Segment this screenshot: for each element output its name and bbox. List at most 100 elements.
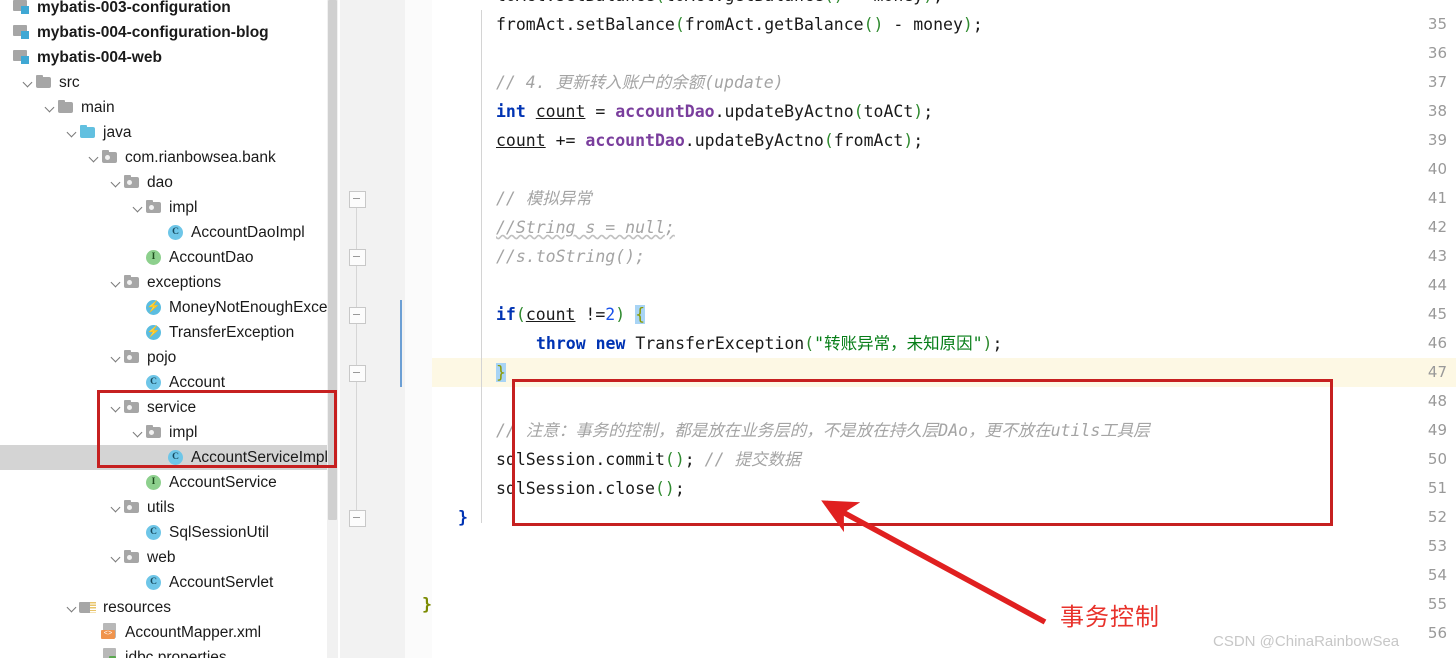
tree-item-src[interactable]: src bbox=[0, 70, 330, 95]
line-number: 46 bbox=[1427, 334, 1447, 352]
tree-item-jdbc-properties[interactable]: jdbc.properties bbox=[0, 645, 330, 658]
tree-item-mybatis-004-web[interactable]: mybatis-004-web bbox=[0, 45, 330, 70]
tree-item-label: AccountDao bbox=[169, 249, 254, 266]
tree-item-label: main bbox=[81, 99, 115, 116]
tree-item-impl[interactable]: impl bbox=[0, 195, 330, 220]
code-line-45: if(count !=2) { bbox=[496, 300, 646, 329]
code-line-51: sqlSession.close(); bbox=[496, 474, 685, 503]
chevron-down-icon[interactable] bbox=[132, 420, 145, 445]
tree-item-main[interactable]: main bbox=[0, 95, 330, 120]
code-token: () bbox=[863, 15, 884, 34]
tree-item-moneynotenoughexcepti[interactable]: MoneyNotEnoughExcepti bbox=[0, 295, 330, 320]
tree-no-arrow bbox=[0, 0, 13, 20]
chevron-down-icon[interactable] bbox=[66, 595, 79, 620]
tree-scrollbar-thumb[interactable] bbox=[328, 0, 337, 520]
class-icon: C bbox=[145, 520, 164, 545]
code-token: ( bbox=[853, 102, 864, 121]
chevron-down-icon[interactable] bbox=[110, 495, 123, 520]
chevron-down-icon[interactable] bbox=[110, 345, 123, 370]
chevron-down-icon[interactable] bbox=[44, 95, 57, 120]
tree-item-accountservice[interactable]: I AccountService bbox=[0, 470, 330, 495]
tree-no-arrow bbox=[88, 620, 101, 645]
code-token: // 注意：事务的控制，都是放在业务层的，不是放在持久层DAo，更不放在util… bbox=[496, 421, 1150, 440]
chevron-down-icon[interactable] bbox=[110, 395, 123, 420]
tree-item-resources[interactable]: resources bbox=[0, 595, 330, 620]
chevron-down-icon[interactable] bbox=[66, 120, 79, 145]
tree-item-label: MoneyNotEnoughExcepti bbox=[169, 299, 330, 316]
fold-toggle-icon[interactable] bbox=[349, 249, 366, 266]
code-line-47: } bbox=[496, 358, 506, 387]
code-line-46: throw new TransferException("转账异常，未知原因")… bbox=[536, 329, 1002, 358]
code-token: toAct.setBalance bbox=[496, 0, 655, 5]
code-token: ) bbox=[913, 102, 924, 121]
folder-icon bbox=[57, 95, 76, 120]
code-line-41: // 模拟异常 bbox=[496, 184, 592, 213]
line-number: 53 bbox=[1427, 537, 1447, 555]
tree-item-service[interactable]: service bbox=[0, 395, 330, 420]
fold-connector-line bbox=[356, 198, 357, 517]
line-number: 43 bbox=[1427, 247, 1447, 265]
tree-item-transferexception[interactable]: TransferException bbox=[0, 320, 330, 345]
tree-item-mybatis-004-configuration-blog[interactable]: mybatis-004-configuration-blog bbox=[0, 20, 330, 45]
code-token: ; bbox=[684, 450, 695, 469]
tree-item-exceptions[interactable]: exceptions bbox=[0, 270, 330, 295]
tree-item-label: exceptions bbox=[147, 274, 222, 291]
fold-toggle-icon[interactable] bbox=[349, 510, 366, 527]
line-number-gutter[interactable] bbox=[340, 0, 406, 658]
tree-no-arrow bbox=[0, 45, 13, 70]
package-icon bbox=[101, 145, 120, 170]
code-token: 2 bbox=[605, 305, 616, 324]
chevron-down-icon[interactable] bbox=[110, 170, 123, 195]
chevron-down-icon[interactable] bbox=[132, 195, 145, 220]
chevron-down-icon[interactable] bbox=[88, 145, 101, 170]
folder-icon bbox=[35, 70, 54, 95]
tree-item-java[interactable]: java bbox=[0, 120, 330, 145]
code-token: ) bbox=[615, 305, 626, 324]
package-icon bbox=[123, 170, 142, 195]
code-folding-strip[interactable] bbox=[405, 0, 432, 658]
tree-no-arrow bbox=[132, 245, 145, 270]
fold-toggle-icon[interactable] bbox=[349, 365, 366, 382]
code-token: ; bbox=[992, 334, 1003, 353]
code-editor-panel[interactable]: 34 35 36 37 38 39 40 41 42 43 44 45 46 47 48 49 50 51 52 53… bbox=[340, 0, 1456, 658]
tree-no-arrow bbox=[88, 645, 101, 658]
code-token: } bbox=[458, 508, 468, 527]
screenshot-root: mybatis-003-configuration mybatis-004-con… bbox=[0, 0, 1456, 658]
tree-no-arrow bbox=[154, 445, 167, 470]
tree-item-accountdao[interactable]: I AccountDao bbox=[0, 245, 330, 270]
interface-icon: I bbox=[145, 470, 164, 495]
code-line-43: //s.toString(); bbox=[496, 242, 645, 271]
tree-no-arrow bbox=[132, 470, 145, 495]
line-number: 41 bbox=[1427, 189, 1447, 207]
tree-item-pojo[interactable]: pojo bbox=[0, 345, 330, 370]
tree-item-accountservlet[interactable]: C AccountServlet bbox=[0, 570, 330, 595]
code-token: fromAct.getBalance bbox=[684, 15, 864, 34]
code-token: //String s = null; bbox=[496, 218, 675, 237]
tree-no-arrow bbox=[154, 220, 167, 245]
tree-item-accountmapper-xml[interactable]: <> AccountMapper.xml bbox=[0, 620, 330, 645]
line-number: 40 bbox=[1427, 160, 1447, 178]
line-number: 49 bbox=[1427, 421, 1447, 439]
fold-toggle-icon[interactable] bbox=[349, 307, 366, 324]
fold-toggle-icon[interactable] bbox=[349, 191, 366, 208]
code-token: } bbox=[422, 595, 432, 614]
tree-item-label: AccountMapper.xml bbox=[125, 624, 262, 641]
code-token: ( bbox=[804, 334, 815, 353]
tree-item-sqlsessionutil[interactable]: C SqlSessionUtil bbox=[0, 520, 330, 545]
chevron-down-icon[interactable] bbox=[110, 545, 123, 570]
tree-item-dao[interactable]: dao bbox=[0, 170, 330, 195]
tree-item-mybatis-003-configuration[interactable]: mybatis-003-configuration bbox=[0, 0, 330, 20]
tree-item-account[interactable]: C Account bbox=[0, 370, 330, 395]
code-token: ( bbox=[515, 305, 526, 324]
tree-item-accountdaoimpl[interactable]: C AccountDaoImpl bbox=[0, 220, 330, 245]
project-tree-panel[interactable]: mybatis-003-configuration mybatis-004-con… bbox=[0, 0, 330, 658]
tree-item-utils[interactable]: utils bbox=[0, 495, 330, 520]
tree-item-impl[interactable]: impl bbox=[0, 420, 330, 445]
code-token: ) bbox=[903, 131, 914, 150]
chevron-down-icon[interactable] bbox=[22, 70, 35, 95]
tree-item-accountserviceimpl[interactable]: C AccountServiceImpl bbox=[0, 445, 330, 470]
tree-item-com-rianbowsea-bank[interactable]: com.rianbowsea.bank bbox=[0, 145, 330, 170]
chevron-down-icon[interactable] bbox=[110, 270, 123, 295]
tree-item-web[interactable]: web bbox=[0, 545, 330, 570]
tree-item-label: utils bbox=[147, 499, 175, 516]
